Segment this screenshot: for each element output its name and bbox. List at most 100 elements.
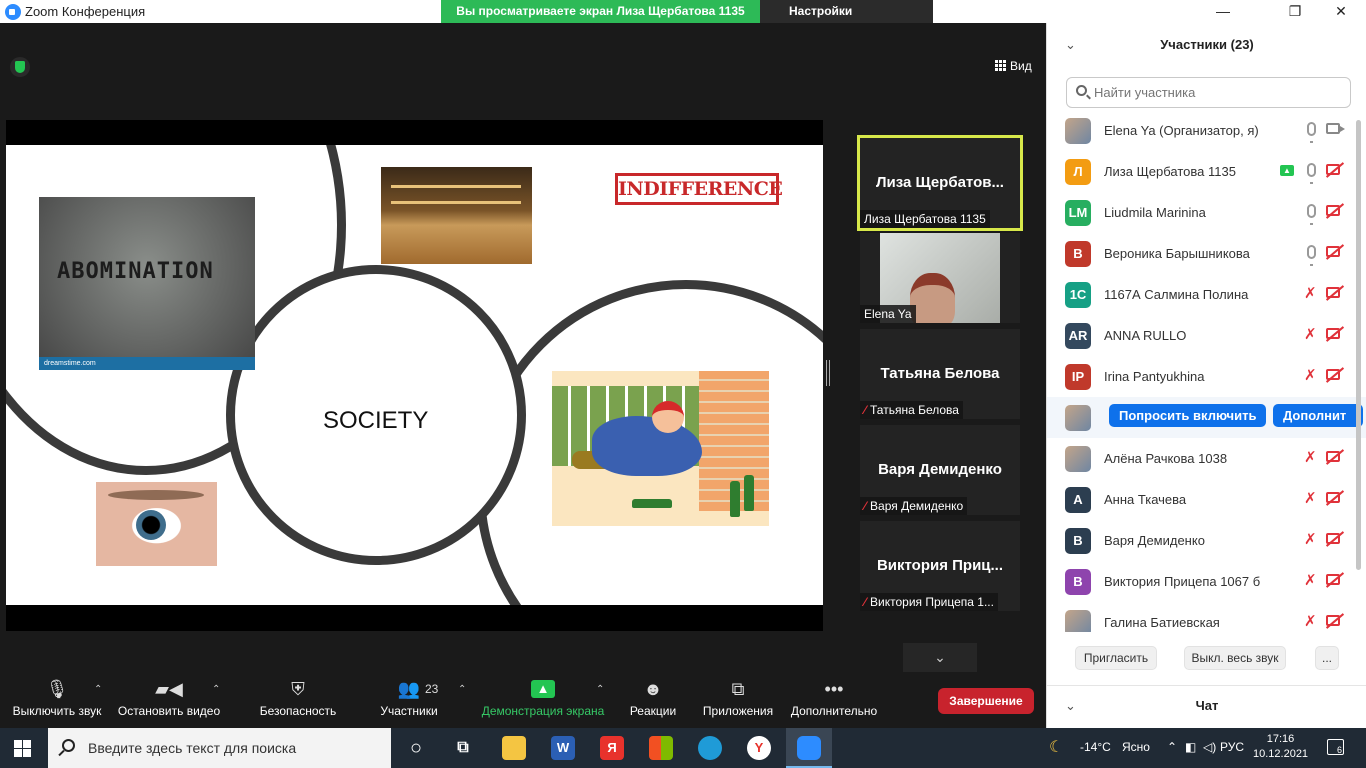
participant-name: Галина Батиевская [1104,615,1220,630]
invite-button[interactable]: Пригласить [1075,646,1157,670]
video-thumbnail[interactable]: Elena Ya [860,233,1020,323]
participant-search-input[interactable] [1066,77,1351,108]
participant-row[interactable]: Галина Батиевская ✗ [1047,602,1357,632]
more-dots-icon: ••• [824,679,844,699]
share-options-caret-icon[interactable]: ⌃ [596,684,604,695]
participant-row[interactable]: Elena Ya (Организатор, я) [1047,110,1357,151]
participant-row[interactable]: В Вероника Барышникова [1047,233,1357,274]
participants-title: Участники (23) [1160,37,1254,52]
ask-to-unmute-button[interactable]: Попросить включить [1109,404,1267,427]
microphone-icon[interactable] [1307,204,1316,225]
video-off-icon[interactable] [1326,492,1340,503]
participant-row[interactable]: IP Irina Pantyukhina ✗ [1047,356,1357,397]
video-options-caret-icon[interactable]: ⌃ [212,684,220,695]
mic-off-icon[interactable]: ✗ [1304,366,1317,384]
participant-row[interactable]: AR ANNA RULLO ✗ [1047,315,1357,356]
yandex-browser-icon[interactable]: Я [600,736,624,760]
participant-row[interactable]: В Варя Демиденко ✗ [1047,520,1357,561]
weather-desc[interactable]: Ясно [1122,740,1150,754]
video-off-icon[interactable] [1326,328,1340,339]
file-explorer-icon[interactable] [502,736,526,760]
mic-off-icon[interactable]: ✗ [1304,284,1317,302]
video-off-icon[interactable] [1326,246,1340,257]
mic-off-icon[interactable]: ✗ [1304,612,1317,630]
mic-off-icon[interactable]: ✗ [1304,448,1317,466]
apps-button[interactable]: ⧉ Приложения [699,678,777,718]
avatar [1065,446,1091,472]
video-thumbnail[interactable]: Лиза Щербатов... Лиза Щербатова 1135 [857,135,1023,231]
participant-row[interactable]: LM Liudmila Marinina [1047,192,1357,233]
windows-start-icon[interactable] [14,740,31,757]
microphone-icon[interactable] [1307,163,1316,184]
task-view-icon[interactable]: ⧉ [451,736,475,760]
video-off-icon[interactable] [1326,574,1340,585]
weather-moon-icon[interactable]: ☾ [1049,737,1063,757]
cortana-icon[interactable]: ○ [404,736,428,760]
microphone-icon[interactable] [1307,122,1316,143]
video-off-icon[interactable] [1326,615,1340,626]
participants-options-caret-icon[interactable]: ⌃ [458,684,466,695]
more-button[interactable]: ••• Дополнительно [788,678,880,718]
chat-title[interactable]: Чат [1047,698,1366,713]
video-off-icon[interactable] [1326,533,1340,544]
apps-label: Приложения [702,704,774,718]
edge-icon[interactable] [698,736,722,760]
participant-more-button[interactable]: Дополнит [1273,404,1363,427]
volume-icon[interactable]: ◁) [1203,740,1216,754]
minimize-icon[interactable]: — [1200,0,1246,23]
microphone-icon[interactable] [1307,245,1316,266]
video-off-icon[interactable] [1326,287,1340,298]
view-button[interactable]: Вид [995,59,1032,73]
stop-video-button[interactable]: ▰◀ Остановить видео [116,678,222,718]
reactions-button[interactable]: ☻ Реакции [626,678,680,718]
participant-row[interactable]: А Анна Ткачева ✗ [1047,479,1357,520]
share-banner: Вы просматриваете экран Лиза Щербатова 1… [441,0,760,23]
video-thumbnail[interactable]: Виктория Приц... ⁄ Виктория Прицепа 1... [860,521,1020,611]
video-off-icon[interactable] [1326,164,1340,175]
mute-button[interactable]: 🎙 Выключить звук [8,678,106,718]
panel-splitter[interactable] [826,360,830,386]
video-off-icon[interactable] [1326,369,1340,380]
participant-row[interactable]: Л Лиза Щербатова 1135 ▲ [1047,151,1357,192]
mute-all-button[interactable]: Выкл. весь звук [1184,646,1286,670]
mic-off-icon[interactable]: ✗ [1304,325,1317,343]
yandex-icon[interactable]: Y [747,736,771,760]
notification-center-icon[interactable]: 6 [1327,739,1344,755]
taskbar-search-box[interactable]: Введите здесь текст для поиска [48,728,391,768]
word-icon[interactable]: W [551,736,575,760]
taskbar-clock[interactable]: 17:16 10.12.2021 [1253,732,1308,762]
video-thumbnail[interactable]: Татьяна Белова ⁄ Татьяна Белова [860,329,1020,419]
participants-scrollbar[interactable] [1356,120,1361,570]
security-button[interactable]: ⛨ Безопасность [258,678,338,718]
end-meeting-button[interactable]: Завершение [938,688,1034,714]
video-camera-icon[interactable] [1326,123,1345,134]
close-icon[interactable]: ✕ [1318,0,1364,23]
video-thumbnail[interactable]: Варя Демиденко ⁄ Варя Демиденко [860,425,1020,515]
tray-chevron-icon[interactable]: ⌃ [1167,740,1177,754]
avatar: AR [1065,323,1091,349]
video-off-icon[interactable] [1326,205,1340,216]
language-indicator[interactable]: РУС [1220,740,1244,754]
participant-row-hovered[interactable]: Попросить включить Дополнит [1047,397,1366,438]
mic-off-icon[interactable]: ✗ [1304,530,1317,548]
window-title: Zoom Конференция [25,4,146,19]
more-thumbnails-chevron-icon[interactable]: ⌄ [903,643,977,674]
panel-more-button[interactable]: ... [1315,646,1339,670]
participant-row[interactable]: В Виктория Прицепа 1067 б ✗ [1047,561,1357,602]
share-screen-button[interactable]: ▲ Демонстрация экрана [480,678,606,718]
zoom-icon[interactable] [797,736,821,760]
participant-row[interactable]: Алёна Рачкова 1038 ✗ [1047,438,1357,479]
network-icon[interactable]: ◧ [1185,740,1196,754]
weather-temp[interactable]: -14°C [1080,740,1111,754]
mic-off-icon[interactable]: ✗ [1304,489,1317,507]
store-icon[interactable] [649,736,673,760]
audio-options-caret-icon[interactable]: ⌃ [94,684,102,695]
mic-off-icon[interactable]: ✗ [1304,571,1317,589]
participant-row[interactable]: 1С 1167А Салмина Полина ✗ [1047,274,1357,315]
video-off-icon[interactable] [1326,451,1340,462]
view-settings-button[interactable]: Настройки просмотра⌄ [760,0,933,41]
avatar: В [1065,241,1091,267]
encryption-shield-icon[interactable] [10,57,30,77]
participant-name: Liudmila Marinina [1104,205,1206,220]
restore-icon[interactable]: ❐ [1272,0,1318,23]
